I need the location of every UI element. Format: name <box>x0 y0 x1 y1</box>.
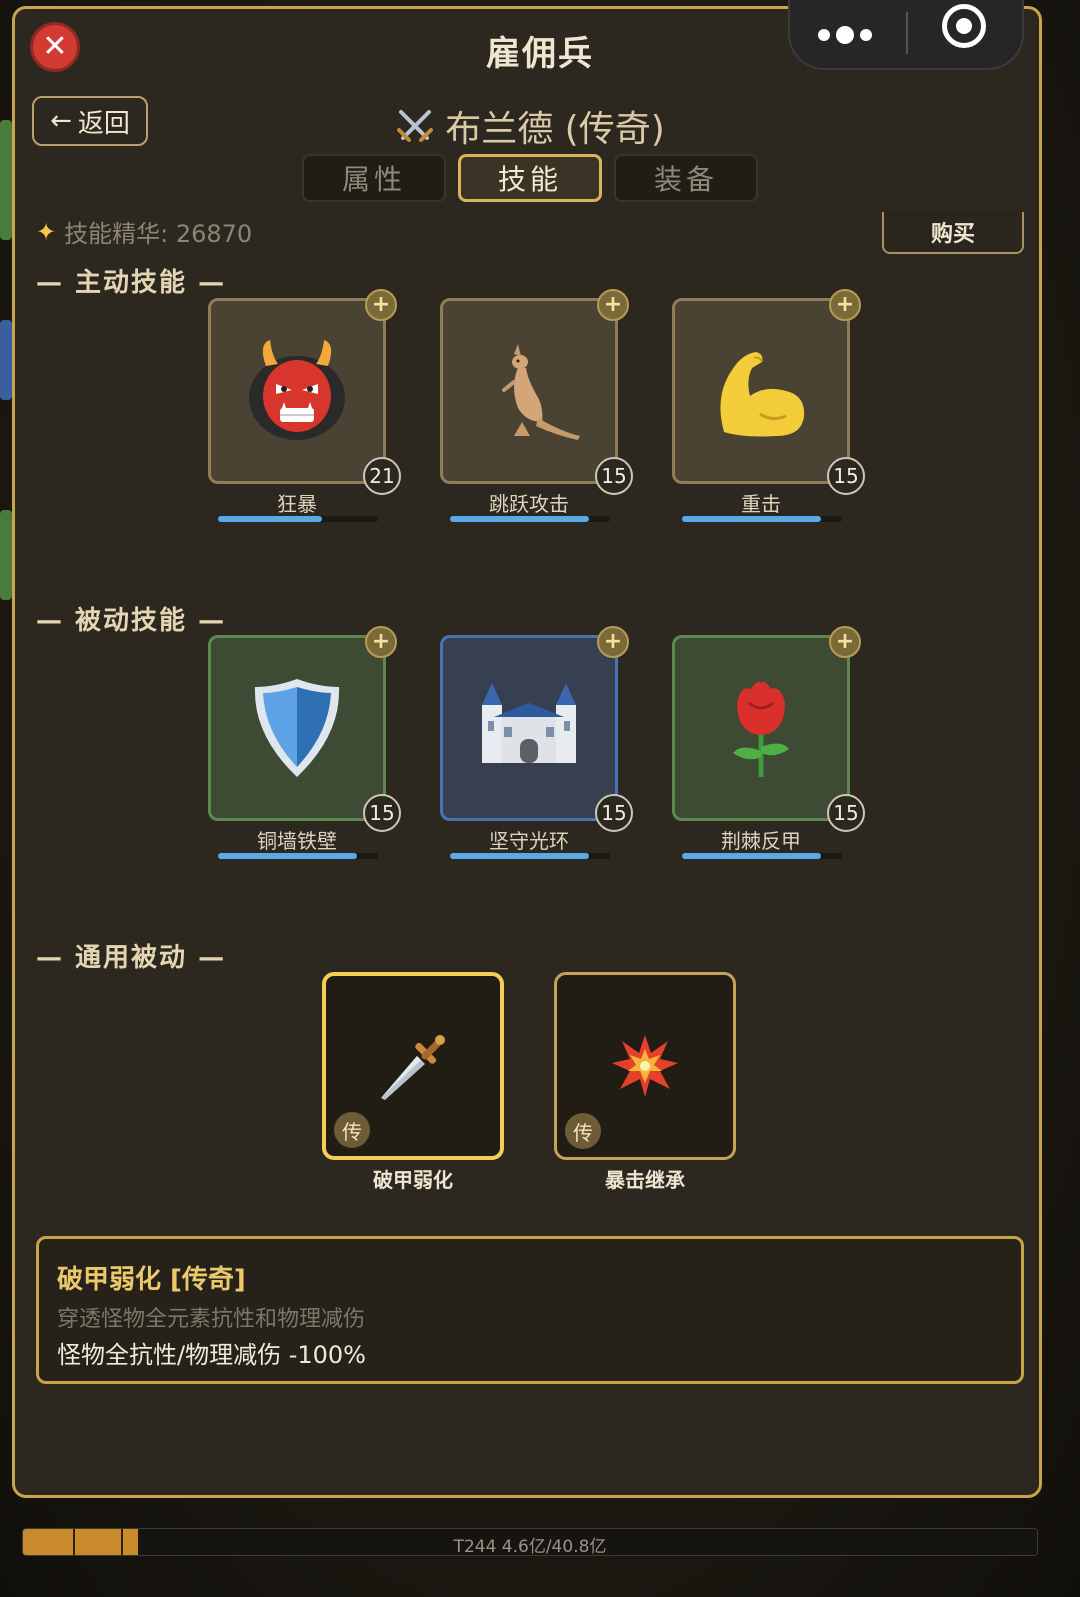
section-header-active: — 主动技能 — <box>36 268 227 298</box>
explosion-icon <box>612 1035 678 1097</box>
more-dots-icon <box>836 26 854 44</box>
tab-bar: 属性 技能 装备 <box>302 154 758 202</box>
general-passive-icon-box[interactable]: 传 <box>554 972 736 1160</box>
skill-detail-panel: 破甲弱化 [传奇] 穿透怪物全元素抗性和物理减伤 怪物全抗性/物理减伤 -100… <box>36 1236 1024 1384</box>
miniprogram-capsule <box>788 0 1024 70</box>
skill-icon-box[interactable]: + 15 <box>208 626 401 832</box>
skill-progress-bar <box>682 516 842 522</box>
skill-card[interactable]: + 15 铜墙铁壁 <box>208 626 401 859</box>
background-edge-fragment <box>0 510 12 600</box>
more-menu-button[interactable] <box>818 17 888 53</box>
bottom-progress-bar: T244 4.6亿/40.8亿 <box>22 1528 1038 1556</box>
upgrade-plus-button[interactable]: + <box>365 626 397 658</box>
exit-target-button[interactable] <box>942 4 986 48</box>
skill-progress-fill <box>450 516 590 522</box>
bottom-progress-text: T244 4.6亿/40.8亿 <box>453 1537 607 1556</box>
tab-equipment[interactable]: 装备 <box>614 154 758 202</box>
skill-name: 坚守光环 <box>489 829 569 853</box>
legend-badge: 传 <box>565 1113 601 1149</box>
skill-progress-bar <box>218 516 378 522</box>
skill-card[interactable]: + 15 重击 <box>672 289 865 522</box>
flexed-biceps-icon <box>720 352 805 437</box>
skill-icon-box[interactable]: + 21 <box>208 289 401 495</box>
detail-stat: 怪物全抗性/物理减伤 -100% <box>57 1341 366 1369</box>
more-dots-icon <box>860 29 872 41</box>
skill-name: 重击 <box>741 492 781 516</box>
skill-name: 跳跃攻击 <box>489 492 569 516</box>
section-header-general: — 通用被动 — <box>36 943 227 973</box>
detail-description: 穿透怪物全元素抗性和物理减伤 <box>57 1307 366 1332</box>
upgrade-plus-button[interactable]: + <box>365 289 397 321</box>
skill-icon-box[interactable]: + 15 <box>672 289 865 495</box>
general-passive-card[interactable]: 传 破甲弱化 <box>322 972 504 1192</box>
sparkles-icon: ✦ <box>36 217 57 246</box>
skill-card[interactable]: + 21 狂暴 <box>208 289 401 522</box>
hero-name: 布兰德 (传奇) <box>0 100 1060 152</box>
general-passive-card[interactable]: 传 暴击继承 <box>554 972 736 1192</box>
shield-icon <box>254 679 340 777</box>
skill-progress-fill <box>682 853 822 859</box>
skill-progress-fill <box>218 516 322 522</box>
detail-title: 破甲弱化 [传奇] <box>57 1265 246 1295</box>
skill-name: 铜墙铁壁 <box>257 829 337 853</box>
general-passive-name: 破甲弱化 <box>373 1168 453 1192</box>
tab-skills[interactable]: 技能 <box>458 154 602 202</box>
upgrade-plus-button[interactable]: + <box>829 626 861 658</box>
skill-progress-fill <box>682 516 822 522</box>
upgrade-plus-button[interactable]: + <box>829 289 861 321</box>
skill-essence: ✦ 技能精华: 26870 <box>36 214 252 249</box>
oni-mask-icon <box>249 340 345 440</box>
skill-essence-text: 技能精华: 26870 <box>64 220 253 248</box>
section-header-passive: — 被动技能 — <box>36 606 227 636</box>
buy-button[interactable]: 购买 <box>882 212 1024 254</box>
hero-name-text: 布兰德 (传奇) <box>445 109 665 150</box>
skill-icon-box[interactable]: + 15 <box>440 289 633 495</box>
skill-name: 狂暴 <box>277 492 317 516</box>
castle-icon <box>482 683 576 763</box>
skill-progress-fill <box>218 853 358 859</box>
more-dots-icon <box>818 29 830 41</box>
background-edge-fragment <box>0 320 12 400</box>
skill-name: 荆棘反甲 <box>721 829 801 853</box>
skill-progress-bar <box>682 853 842 859</box>
skill-card[interactable]: + 15 荆棘反甲 <box>672 626 865 859</box>
general-passive-icon-box[interactable]: 传 <box>322 972 504 1160</box>
legend-badge: 传 <box>334 1112 370 1148</box>
upgrade-plus-button[interactable]: + <box>597 626 629 658</box>
kangaroo-icon <box>502 344 580 440</box>
skill-icon-box[interactable]: + 15 <box>672 626 865 832</box>
skill-icon-box[interactable]: + 15 <box>440 626 633 832</box>
upgrade-plus-button[interactable]: + <box>597 289 629 321</box>
skill-progress-bar <box>218 853 378 859</box>
skill-progress-bar <box>450 853 610 859</box>
capsule-divider <box>906 12 908 54</box>
skill-card[interactable]: + 15 坚守光环 <box>440 626 633 859</box>
crossed-swords-icon <box>397 110 434 142</box>
general-passive-name: 暴击继承 <box>605 1168 685 1192</box>
tab-attributes[interactable]: 属性 <box>302 154 446 202</box>
skill-progress-fill <box>450 853 590 859</box>
dagger-icon <box>381 1035 445 1100</box>
skill-progress-bar <box>450 516 610 522</box>
rose-icon <box>733 681 789 777</box>
skill-card[interactable]: + 15 跳跃攻击 <box>440 289 633 522</box>
